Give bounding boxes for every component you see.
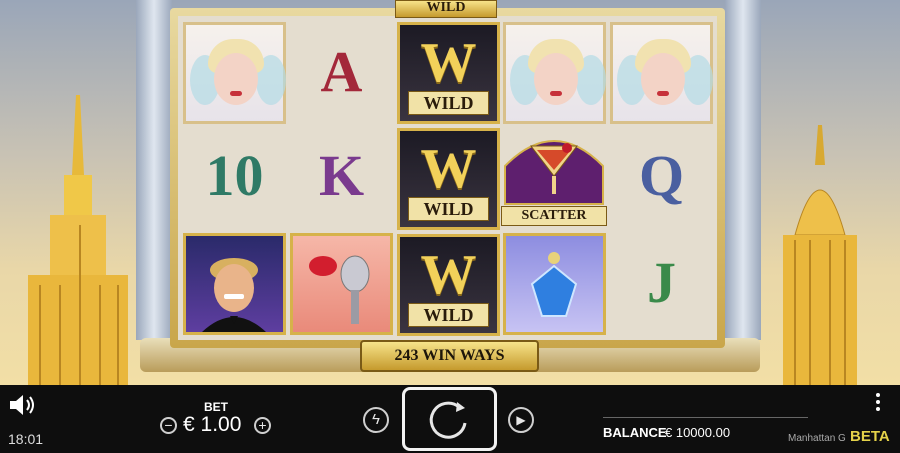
more-vertical-icon[interactable] xyxy=(876,393,882,411)
plus-circle-icon[interactable]: + xyxy=(254,417,271,434)
lightning-icon[interactable]: ϟ xyxy=(363,407,389,433)
cocktail-glass-icon xyxy=(504,140,604,205)
gentleman-portrait xyxy=(202,258,266,332)
symbol-lady xyxy=(503,22,606,124)
speaker-icon[interactable] xyxy=(8,393,38,417)
left-pillar xyxy=(136,0,172,340)
minus-circle-icon[interactable]: − xyxy=(160,417,177,434)
symbol-lady xyxy=(183,22,286,124)
balance-label: BALANCE xyxy=(603,425,667,440)
top-wild-banner: WILD xyxy=(395,0,497,18)
symbol-wild: W WILD xyxy=(397,22,500,124)
play-icon[interactable]: ▶ xyxy=(508,407,534,433)
microphone-lips-art xyxy=(309,255,370,324)
symbol-wild: W WILD xyxy=(397,234,500,336)
symbol-lady xyxy=(610,22,713,124)
bet-value: € 1.00 xyxy=(183,413,242,436)
symbol-gentleman xyxy=(183,233,286,335)
symbol-ten: 10 xyxy=(205,143,264,208)
right-pillar xyxy=(725,0,761,340)
symbol-ace: A xyxy=(320,39,363,104)
win-ways-banner: 243 WIN WAYS xyxy=(360,340,539,372)
balance-value: € 10000.00 xyxy=(665,425,731,440)
symbol-wild: W WILD xyxy=(397,128,500,230)
balance-divider xyxy=(603,417,808,418)
symbol-microphone xyxy=(290,233,393,335)
beta-badge: BETA xyxy=(850,428,890,445)
spin-button[interactable] xyxy=(402,387,497,451)
symbol-scatter: SCATTER xyxy=(495,126,613,228)
symbol-gem xyxy=(503,233,606,335)
symbol-king: K xyxy=(318,143,365,208)
clock: 18:01 xyxy=(8,431,44,447)
bet-label: BET xyxy=(204,400,228,414)
game-title: Manhattan G xyxy=(788,433,846,444)
scatter-label: SCATTER xyxy=(501,206,607,226)
chrysler-building xyxy=(783,125,857,385)
empire-state-building xyxy=(28,95,128,385)
refresh-icon xyxy=(429,401,467,439)
symbol-jack: J xyxy=(647,250,676,315)
control-bar: 18:01 BET − € 1.00 + ϟ ▶ BALANCE € 10000… xyxy=(0,385,900,453)
symbol-queen: Q xyxy=(638,143,685,208)
sapphire-gem-icon xyxy=(530,252,578,317)
